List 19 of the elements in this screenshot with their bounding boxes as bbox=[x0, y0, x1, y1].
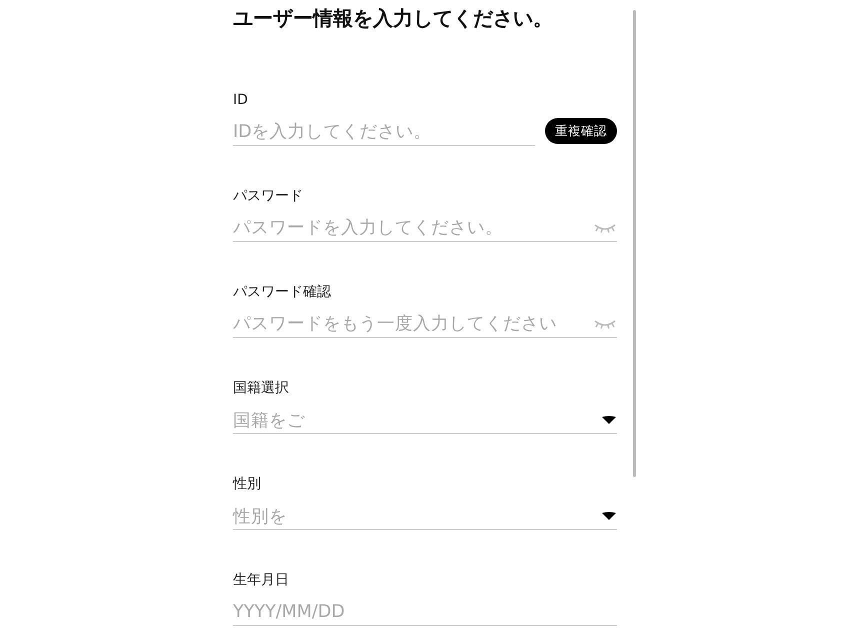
dropdown-caret-icon[interactable] bbox=[601, 414, 617, 424]
scrollbar[interactable] bbox=[633, 10, 636, 477]
field-label: ID bbox=[233, 91, 249, 110]
field-label: パスワード確認 bbox=[233, 283, 332, 302]
form-title: ユーザー情報を入力してください。 bbox=[233, 5, 554, 32]
dropdown-caret-icon[interactable] bbox=[601, 510, 617, 520]
closed-eye-icon[interactable] bbox=[593, 222, 617, 232]
field-label: 生年月日 bbox=[233, 571, 290, 590]
input-field[interactable]: 国籍をご bbox=[233, 406, 617, 434]
input-field[interactable]: IDを入力してください。 bbox=[233, 118, 535, 146]
input-field[interactable]: パスワードを入力してください。 bbox=[233, 214, 617, 242]
input-field[interactable]: パスワードをもう一度入力してください bbox=[233, 310, 617, 338]
field-label: パスワード bbox=[233, 187, 304, 206]
field-label: 性別 bbox=[233, 475, 262, 494]
closed-eye-icon[interactable] bbox=[593, 318, 617, 328]
duplicate-check-button[interactable]: 重複確認 bbox=[545, 118, 617, 144]
input-field[interactable]: YYYY/MM/DD bbox=[233, 598, 617, 626]
input-field[interactable]: 性別を bbox=[233, 502, 617, 530]
field-label: 国籍選択 bbox=[233, 379, 290, 398]
